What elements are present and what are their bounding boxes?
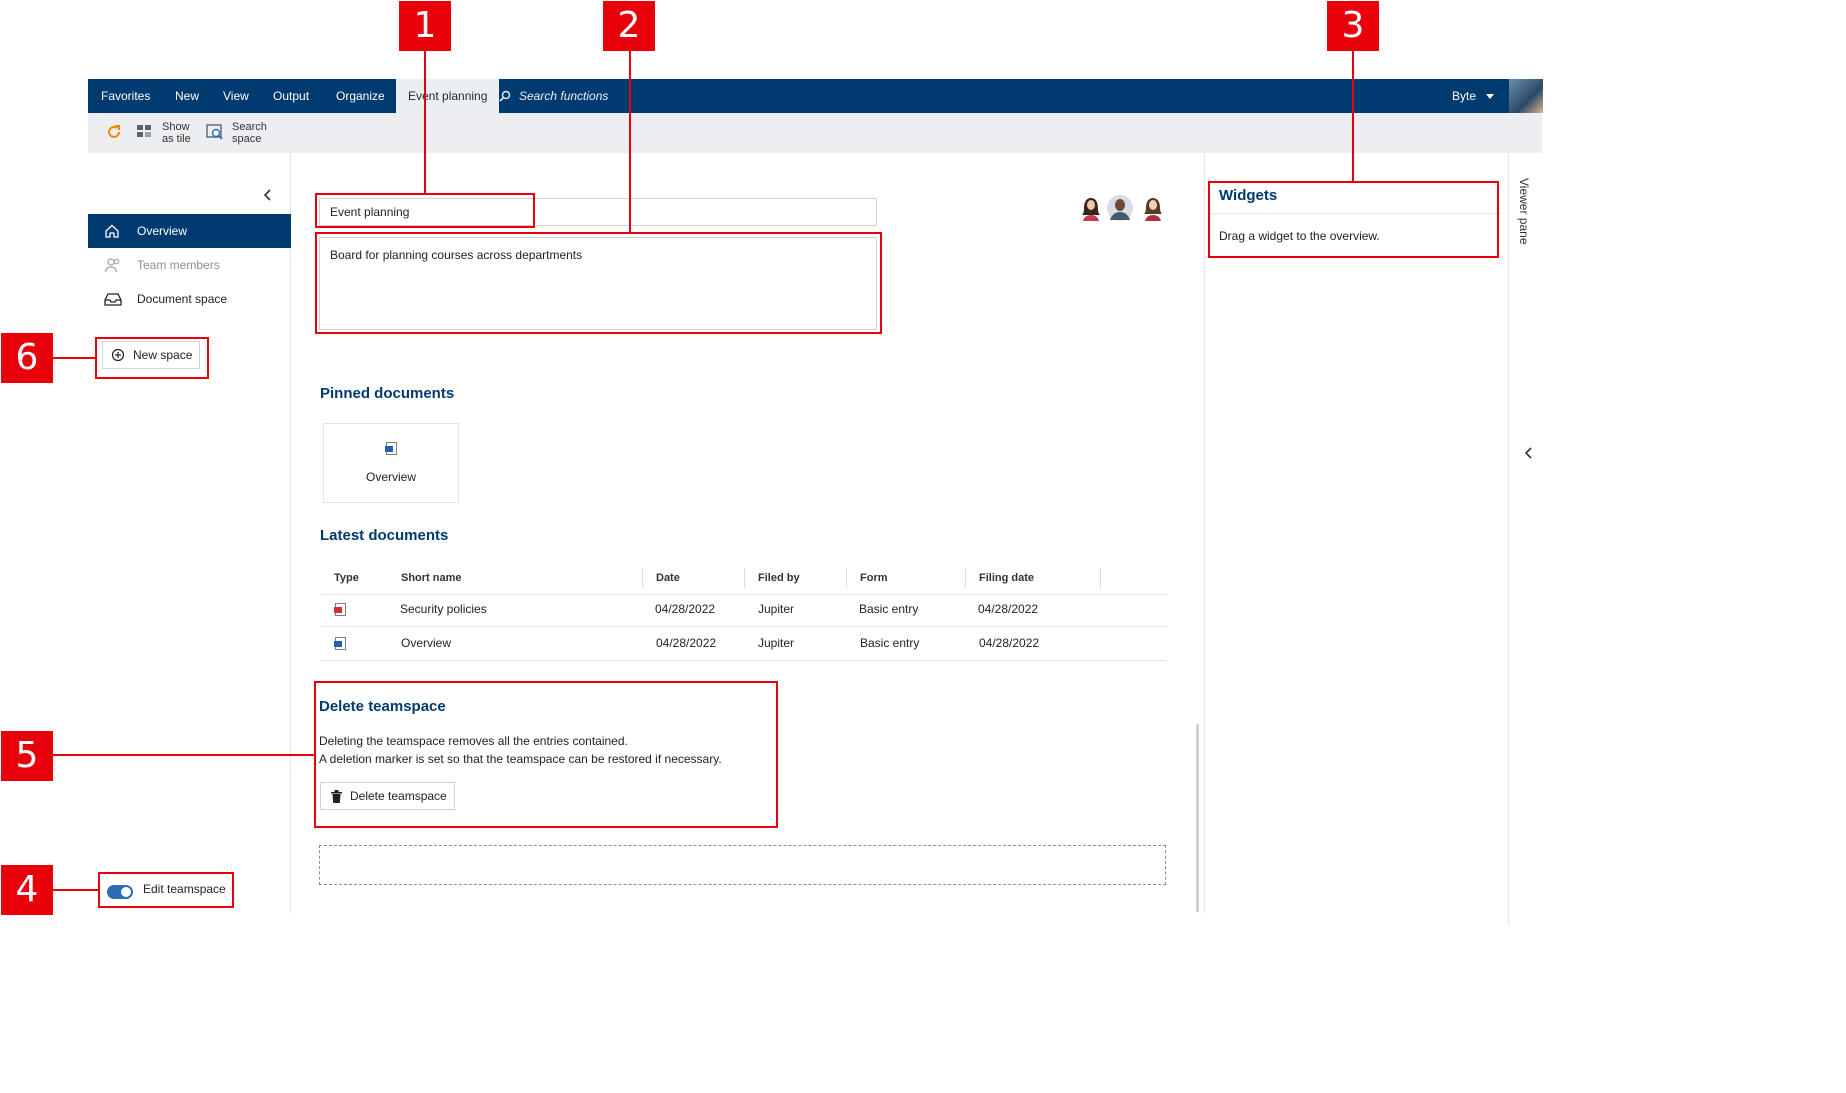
callout-leader bbox=[52, 889, 98, 891]
table-divider bbox=[320, 594, 1166, 595]
callout-badge: 3 bbox=[1327, 1, 1379, 51]
highlight-widgets bbox=[1208, 181, 1499, 258]
user-avatar[interactable] bbox=[1509, 79, 1543, 113]
callout-leader bbox=[1352, 50, 1354, 181]
home-icon bbox=[105, 224, 119, 238]
menu-organize[interactable]: Organize bbox=[336, 79, 385, 113]
callout-leader bbox=[629, 50, 631, 232]
pinned-documents-title: Pinned documents bbox=[320, 385, 455, 402]
column-header-form[interactable]: Form bbox=[860, 572, 888, 584]
member-avatar[interactable] bbox=[1142, 195, 1164, 221]
cell-date: 04/28/2022 bbox=[655, 602, 716, 616]
cell-form: Basic entry bbox=[859, 602, 919, 616]
collapse-left-icon[interactable] bbox=[263, 189, 273, 201]
column-divider[interactable] bbox=[1100, 568, 1101, 588]
table-divider bbox=[320, 660, 1166, 661]
chevron-down-icon[interactable] bbox=[1486, 94, 1494, 99]
tile-view-icon[interactable] bbox=[136, 123, 154, 141]
cell-filed-by: Jupiter bbox=[758, 602, 795, 616]
column-header-filed-by[interactable]: Filed by bbox=[758, 572, 800, 584]
column-divider[interactable] bbox=[965, 568, 966, 588]
pdf-doc-icon bbox=[334, 603, 346, 616]
search-icon bbox=[499, 90, 511, 102]
search-functions-label: Search functions bbox=[519, 89, 609, 103]
cell-short-name: Overview bbox=[401, 636, 452, 650]
cell-filing-date: 04/28/2022 bbox=[979, 636, 1040, 650]
expand-left-icon[interactable] bbox=[1525, 447, 1533, 459]
member-avatar[interactable] bbox=[1106, 194, 1134, 222]
user-name[interactable]: Byte bbox=[1452, 79, 1476, 113]
callout-badge: 5 bbox=[1, 731, 53, 781]
column-header-date[interactable]: Date bbox=[656, 572, 680, 584]
menu-output[interactable]: Output bbox=[273, 79, 309, 113]
search-functions[interactable]: Search functions bbox=[499, 79, 608, 113]
menu-favorites[interactable]: Favorites bbox=[101, 79, 150, 113]
table-divider bbox=[320, 626, 1166, 627]
member-avatar[interactable] bbox=[1080, 195, 1102, 221]
cell-short-name: Security policies bbox=[400, 602, 487, 616]
highlight-description-field bbox=[315, 232, 882, 334]
highlight-new-space bbox=[95, 337, 209, 379]
cell-filed-by: Jupiter bbox=[758, 636, 795, 650]
refresh-icon[interactable] bbox=[106, 124, 122, 140]
show-as-tile-line1[interactable]: Show bbox=[162, 122, 190, 133]
cell-form: Basic entry bbox=[860, 636, 920, 650]
highlight-edit-teamspace bbox=[98, 872, 234, 908]
word-doc-icon bbox=[334, 637, 346, 650]
widget-drop-zone[interactable] bbox=[319, 845, 1166, 885]
callout-badge: 2 bbox=[603, 1, 655, 51]
column-divider[interactable] bbox=[846, 568, 847, 588]
latest-documents-title: Latest documents bbox=[320, 527, 449, 544]
inbox-icon bbox=[104, 293, 122, 306]
callout-leader bbox=[52, 357, 95, 359]
highlight-title-field bbox=[315, 193, 535, 228]
word-doc-icon bbox=[385, 442, 397, 455]
top-menu-bar: Favorites New View Output Organize Event… bbox=[88, 79, 1543, 113]
sidebar-item-label: Overview bbox=[137, 224, 188, 238]
column-divider[interactable] bbox=[642, 568, 643, 588]
widgets-panel: Widgets Drag a widget to the overview. bbox=[1204, 153, 1508, 913]
search-space-line1[interactable]: Search bbox=[232, 122, 267, 133]
show-as-tile-line2[interactable]: as tile bbox=[162, 134, 191, 145]
search-space-line2[interactable]: space bbox=[232, 134, 261, 145]
menu-event-planning[interactable]: Event planning bbox=[396, 79, 500, 113]
cell-date: 04/28/2022 bbox=[656, 636, 717, 650]
column-header-type[interactable]: Type bbox=[334, 572, 359, 584]
pinned-document-tile[interactable]: Overview bbox=[323, 423, 459, 503]
column-header-filing-date[interactable]: Filing date bbox=[979, 572, 1034, 584]
callout-badge: 1 bbox=[399, 1, 451, 51]
sidebar-item-team-members[interactable]: Team members bbox=[88, 248, 291, 282]
sidebar-item-label: Document space bbox=[137, 292, 228, 306]
callout-badge: 4 bbox=[1, 865, 53, 915]
ribbon-toolbar: Show as tile Search space bbox=[88, 113, 1542, 153]
viewer-pane-label[interactable]: Viewer pane bbox=[1517, 178, 1531, 245]
sidebar-item-overview[interactable]: Overview bbox=[88, 214, 291, 248]
menu-view[interactable]: View bbox=[223, 79, 249, 113]
teamspace-sidebar: Overview Team members Document space New… bbox=[88, 153, 291, 913]
sidebar-item-label: Team members bbox=[137, 258, 220, 272]
sidebar-item-document-space[interactable]: Document space bbox=[88, 282, 291, 316]
callout-leader bbox=[52, 754, 314, 756]
member-avatars bbox=[1080, 195, 1170, 223]
scrollbar[interactable] bbox=[1196, 724, 1199, 912]
column-divider[interactable] bbox=[744, 568, 745, 588]
cell-filing-date: 04/28/2022 bbox=[978, 602, 1039, 616]
pinned-document-label: Overview bbox=[365, 470, 416, 484]
viewer-pane-strip[interactable]: Viewer pane bbox=[1508, 153, 1542, 925]
people-icon bbox=[104, 258, 120, 273]
search-space-icon[interactable] bbox=[205, 122, 225, 142]
menu-new[interactable]: New bbox=[175, 79, 199, 113]
callout-badge: 6 bbox=[1, 333, 53, 383]
column-header-short-name[interactable]: Short name bbox=[401, 572, 462, 584]
callout-leader bbox=[424, 50, 426, 193]
highlight-delete-teamspace bbox=[314, 681, 778, 828]
